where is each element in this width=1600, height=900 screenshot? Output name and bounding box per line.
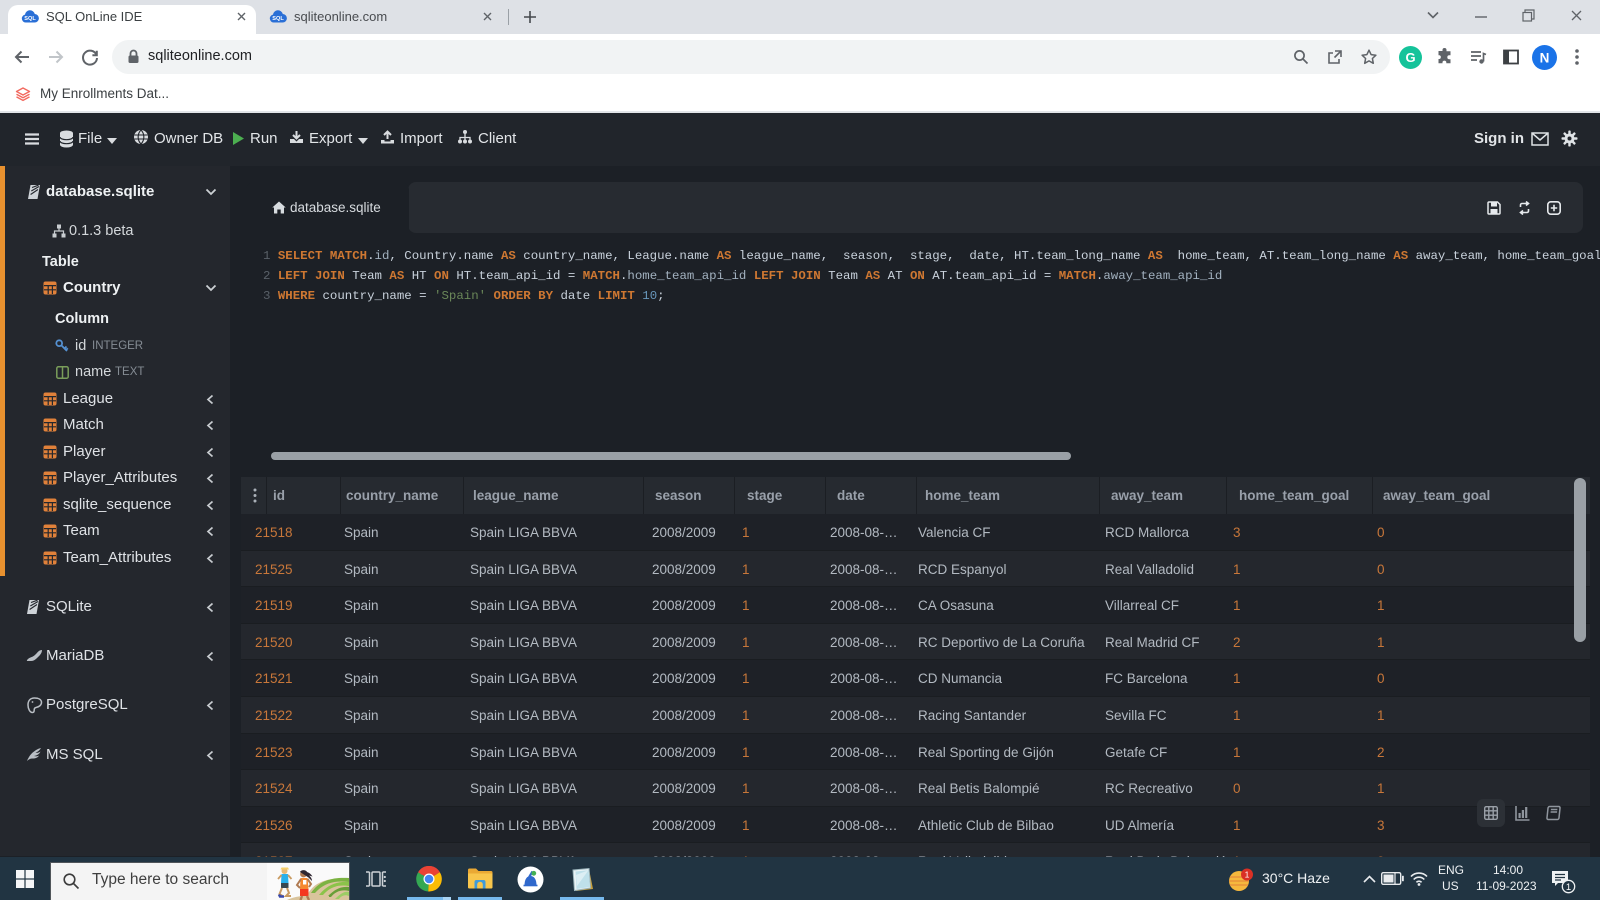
svg-text:1: 1 xyxy=(1566,882,1571,893)
svg-text:1: 1 xyxy=(1245,870,1250,880)
